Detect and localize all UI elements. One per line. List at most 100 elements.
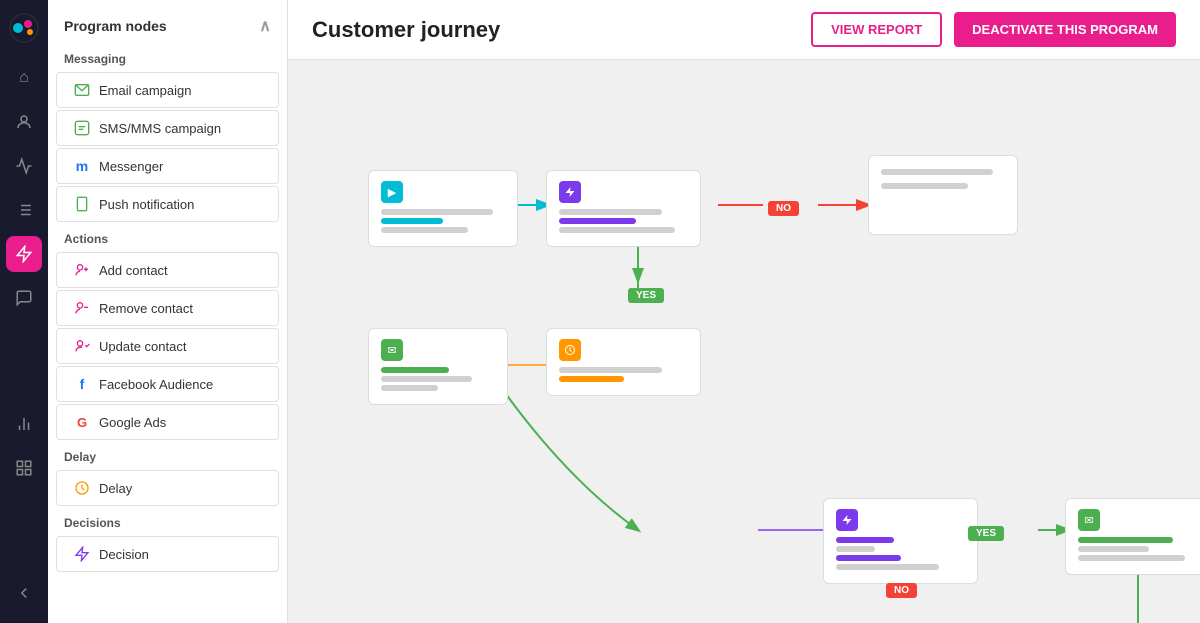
delay-node-1[interactable] (546, 328, 701, 396)
add-contact-icon (73, 261, 91, 279)
email-node-icon: ✉ (381, 339, 403, 361)
email-node-1[interactable]: ✉ (368, 328, 508, 405)
sms-campaign-item[interactable]: SMS/MMS campaign (56, 110, 279, 146)
no-badge-2: NO (886, 580, 917, 598)
d2-bar-1 (836, 537, 894, 543)
nav-analytics[interactable] (6, 148, 42, 184)
delay-bar-1 (559, 367, 662, 373)
panel-collapse-icon[interactable]: ∧ (259, 16, 271, 36)
decision-icon-1 (559, 181, 581, 203)
start-bar-2 (381, 218, 443, 224)
sms-icon (73, 119, 91, 137)
yes-badge-1: YES (628, 285, 664, 303)
facebook-audience-item[interactable]: f Facebook Audience (56, 366, 279, 402)
messenger-icon: m (73, 157, 91, 175)
decisions-title: Decisions (48, 508, 287, 534)
en2-bar-1 (1078, 537, 1173, 543)
email-node-header: ✉ (381, 339, 495, 361)
add-contact-item[interactable]: Add contact (56, 252, 279, 288)
decision-node-2-header (836, 509, 965, 531)
google-ads-label: Google Ads (99, 415, 166, 430)
right-node-top[interactable] (868, 155, 1018, 235)
yes-badge-2: YES (968, 523, 1004, 541)
sms-campaign-label: SMS/MMS campaign (99, 121, 221, 136)
remove-contact-label: Remove contact (99, 301, 193, 316)
en2-bar-3 (1078, 555, 1185, 561)
email-node-2-icon: ✉ (1078, 509, 1100, 531)
d2-bar-2 (836, 555, 901, 561)
facebook-audience-label: Facebook Audience (99, 377, 213, 392)
nav-integrations[interactable] (6, 450, 42, 486)
email-bar-2 (381, 376, 472, 382)
decision-icon (73, 545, 91, 563)
d2-bar-3 (836, 564, 939, 570)
nav-automation[interactable] (6, 236, 42, 272)
start-node[interactable]: ▶ (368, 170, 518, 247)
top-bar: Customer journey VIEW REPORT DEACTIVATE … (288, 0, 1200, 60)
nav-messages[interactable] (6, 280, 42, 316)
start-bar-1 (381, 209, 493, 215)
google-icon: G (73, 413, 91, 431)
email-bar-3 (381, 385, 438, 391)
email-bar-1 (381, 367, 449, 373)
delay-item[interactable]: Delay (56, 470, 279, 506)
canvas-inner: ▶ NO (308, 80, 1200, 623)
update-contact-item[interactable]: Update contact (56, 328, 279, 364)
rn-top-bar-1 (881, 169, 993, 175)
rn-top-bar-2 (881, 183, 968, 189)
update-contact-label: Update contact (99, 339, 186, 354)
sidebar-nav: ⌂ (0, 0, 48, 623)
panel-title: Program nodes (64, 18, 167, 34)
remove-contact-item[interactable]: Remove contact (56, 290, 279, 326)
messaging-title: Messaging (48, 44, 287, 70)
push-notification-item[interactable]: Push notification (56, 186, 279, 222)
program-nodes-panel: Program nodes ∧ Messaging Email campaign… (48, 0, 288, 623)
delay-label: Delay (99, 481, 132, 496)
delay-title: Delay (48, 442, 287, 468)
canvas-area[interactable]: ▶ NO (288, 60, 1200, 623)
email-node-2[interactable]: ✉ (1065, 498, 1200, 575)
decision-node-1-header (559, 181, 688, 203)
decision-node-2[interactable] (823, 498, 978, 584)
remove-contact-icon (73, 299, 91, 317)
google-ads-item[interactable]: G Google Ads (56, 404, 279, 440)
nav-reports[interactable] (6, 406, 42, 442)
decision-label: Decision (99, 547, 149, 562)
messaging-section: Messaging Email campaign SMS/MMS campaig… (48, 44, 287, 224)
decision-node-1[interactable] (546, 170, 701, 247)
delay-section: Delay Delay (48, 442, 287, 508)
top-actions: VIEW REPORT DEACTIVATE THIS PROGRAM (811, 12, 1176, 47)
nav-collapse[interactable] (6, 575, 42, 611)
page-title: Customer journey (312, 17, 500, 43)
view-report-button[interactable]: VIEW REPORT (811, 12, 942, 47)
email-campaign-item[interactable]: Email campaign (56, 72, 279, 108)
facebook-icon: f (73, 375, 91, 393)
push-notification-label: Push notification (99, 197, 194, 212)
start-bar-3 (381, 227, 468, 233)
update-contact-icon (73, 337, 91, 355)
nav-lists[interactable] (6, 192, 42, 228)
app-logo (8, 12, 40, 44)
push-icon (73, 195, 91, 213)
email-icon (73, 81, 91, 99)
actions-title: Actions (48, 224, 287, 250)
en2-bar-2 (1078, 546, 1149, 552)
email-node-2-header: ✉ (1078, 509, 1197, 531)
delay-node-header (559, 339, 688, 361)
nav-contacts[interactable] (6, 104, 42, 140)
delay-icon (73, 479, 91, 497)
d1-bar-1 (559, 209, 662, 215)
d2-spacer (836, 546, 875, 552)
messenger-label: Messenger (99, 159, 163, 174)
email-campaign-label: Email campaign (99, 83, 192, 98)
nav-home[interactable]: ⌂ (6, 60, 42, 96)
decision-item[interactable]: Decision (56, 536, 279, 572)
start-icon: ▶ (381, 181, 403, 203)
delay-bar-2 (559, 376, 624, 382)
decision-icon-2 (836, 509, 858, 531)
add-contact-label: Add contact (99, 263, 168, 278)
deactivate-program-button[interactable]: DEACTIVATE THIS PROGRAM (954, 12, 1176, 47)
messenger-item[interactable]: m Messenger (56, 148, 279, 184)
actions-section: Actions Add contact Remove contact Updat… (48, 224, 287, 442)
decisions-section: Decisions Decision (48, 508, 287, 574)
